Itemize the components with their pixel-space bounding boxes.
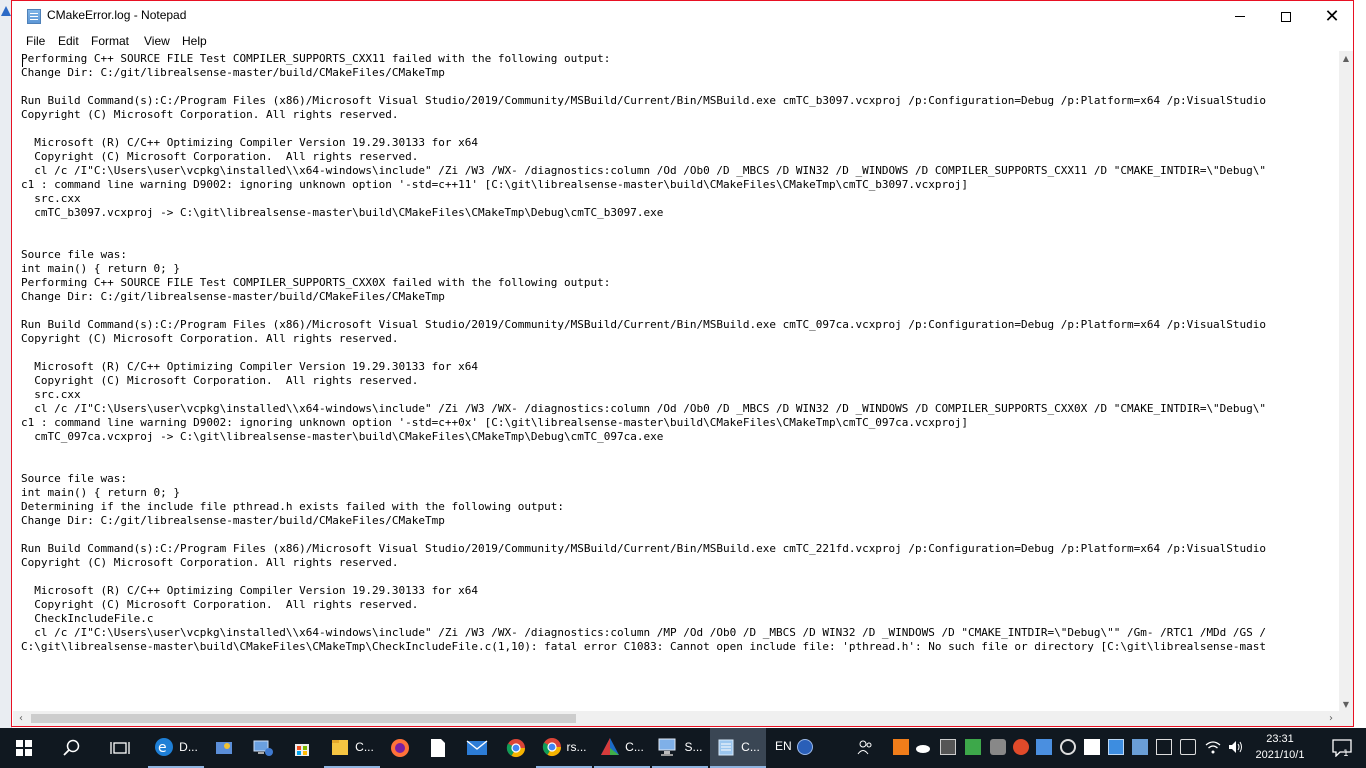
search-button[interactable] — [48, 728, 96, 768]
notification-icon: 1 — [1332, 739, 1352, 757]
menu-view[interactable]: View — [144, 34, 170, 48]
taskbar-app-chrome[interactable] — [498, 728, 534, 768]
vertical-scrollbar[interactable]: ▲ ▼ — [1339, 51, 1353, 711]
notification-count: 1 — [1343, 749, 1349, 757]
document-icon — [431, 739, 445, 757]
notepad-icon — [718, 739, 734, 756]
minimize-icon — [1235, 16, 1245, 17]
windows-start-icon — [16, 740, 32, 756]
input-language-indicator[interactable]: EN — [775, 739, 792, 753]
tray-app-window-icon[interactable] — [1132, 739, 1148, 755]
taskbar-app-file-explorer[interactable]: C... — [324, 728, 380, 768]
taskbar-app-document[interactable] — [420, 728, 456, 768]
store-icon — [295, 744, 309, 756]
mail-icon — [466, 740, 488, 755]
taskbar-app-edge-label: D... — [179, 740, 198, 754]
close-icon: ✕ — [1324, 5, 1340, 27]
taskbar-app-paint[interactable] — [206, 728, 242, 768]
taskbar-app-firefox[interactable] — [382, 728, 418, 768]
help-icon[interactable] — [797, 739, 813, 755]
taskbar-app-edge[interactable]: e D... — [148, 728, 204, 768]
file-explorer-icon — [332, 740, 349, 755]
tray-app-circle-icon[interactable] — [1060, 739, 1076, 755]
system-clock[interactable]: 23:31 2021/10/1 — [1245, 731, 1315, 763]
taskbar-app-explorer-label: C... — [355, 740, 374, 754]
edge-icon: e — [155, 738, 174, 756]
scroll-down-arrow-icon[interactable]: ▼ — [1339, 697, 1353, 711]
network-computer-icon — [253, 740, 273, 756]
taskbar-app-s[interactable]: S... — [652, 728, 708, 768]
scroll-left-arrow-icon[interactable]: ‹ — [13, 711, 29, 726]
scroll-up-arrow-icon[interactable]: ▲ — [1339, 51, 1353, 65]
tray-app-box-icon[interactable] — [940, 739, 956, 755]
minimize-button[interactable] — [1217, 1, 1263, 32]
tray-app-orange-icon[interactable] — [893, 739, 909, 755]
taskbar: e D... C... rs... C... S... C... EN 23:3… — [0, 728, 1366, 768]
wifi-icon[interactable] — [1205, 739, 1221, 755]
taskbar-app-network[interactable] — [244, 728, 282, 768]
close-button[interactable]: ✕ — [1309, 1, 1355, 32]
tray-app-usb-icon[interactable] — [990, 739, 1006, 755]
horizontal-scrollbar[interactable]: ‹ › — [13, 711, 1339, 726]
clock-time: 23:31 — [1266, 733, 1294, 745]
horizontal-scroll-thumb[interactable] — [31, 714, 576, 723]
menu-format[interactable]: Format — [91, 34, 129, 48]
task-view-button[interactable] — [96, 728, 144, 768]
battery-icon[interactable] — [1180, 739, 1196, 755]
tray-app-green-icon[interactable] — [965, 739, 981, 755]
text-editor-area[interactable]: Performing C++ SOURCE FILE Test COMPILER… — [13, 51, 1338, 711]
tray-app-red-icon[interactable] — [1013, 739, 1029, 755]
desktop-shortcut-icon[interactable] — [1, 6, 11, 16]
scroll-right-arrow-icon[interactable]: › — [1323, 711, 1339, 726]
start-button[interactable] — [0, 728, 48, 768]
tray-app-monitor-icon[interactable] — [1156, 739, 1172, 755]
title-bar[interactable]: CMakeError.log - Notepad ✕ — [12, 1, 1353, 32]
task-view-icon — [110, 742, 130, 754]
firefox-icon — [391, 739, 409, 757]
volume-icon[interactable] — [1227, 739, 1243, 755]
taskbar-app-s-label: S... — [684, 740, 703, 754]
document-text[interactable]: Performing C++ SOURCE FILE Test COMPILER… — [13, 52, 1266, 654]
notification-center-button[interactable]: 1 — [1322, 728, 1362, 768]
chrome-icon — [506, 739, 525, 758]
cloud-icon[interactable] — [915, 739, 931, 755]
taskbar-app-store[interactable] — [284, 728, 320, 768]
menu-help[interactable]: Help — [182, 34, 207, 48]
tray-app-display-icon[interactable] — [1108, 739, 1124, 755]
clock-date: 2021/10/1 — [1255, 749, 1305, 761]
taskbar-app-chrome-rs[interactable]: rs... — [536, 728, 592, 768]
window-title: CMakeError.log - Notepad — [47, 8, 187, 22]
menu-bar: File Edit Format View Help — [12, 32, 1353, 51]
notepad-window: CMakeError.log - Notepad ✕ File Edit For… — [11, 0, 1354, 727]
computer-icon — [658, 738, 676, 756]
taskbar-app-cmake-label: C... — [625, 740, 644, 754]
text-caret — [22, 54, 23, 67]
taskbar-app-notepad[interactable]: C... — [710, 728, 766, 768]
people-icon[interactable] — [857, 739, 873, 755]
maximize-icon — [1281, 11, 1291, 22]
chrome-icon — [542, 738, 561, 757]
taskbar-app-mail[interactable] — [458, 728, 496, 768]
search-icon — [63, 739, 80, 756]
menu-file[interactable]: File — [26, 34, 45, 48]
notepad-app-icon[interactable] — [27, 9, 41, 24]
tray-app-white-icon[interactable] — [1084, 739, 1100, 755]
size-grip[interactable] — [1339, 711, 1353, 726]
paint-icon — [216, 742, 232, 754]
maximize-button[interactable] — [1263, 1, 1309, 32]
svg-text:e: e — [158, 740, 167, 756]
taskbar-app-rs-label: rs... — [566, 740, 587, 754]
tray-app-blue-icon[interactable] — [1036, 739, 1052, 755]
menu-edit[interactable]: Edit — [58, 34, 79, 48]
taskbar-app-cmake[interactable]: C... — [594, 728, 650, 768]
taskbar-app-notepad-label: C... — [741, 740, 760, 754]
desktop-background-right — [1354, 0, 1366, 728]
cmake-icon — [601, 738, 620, 755]
